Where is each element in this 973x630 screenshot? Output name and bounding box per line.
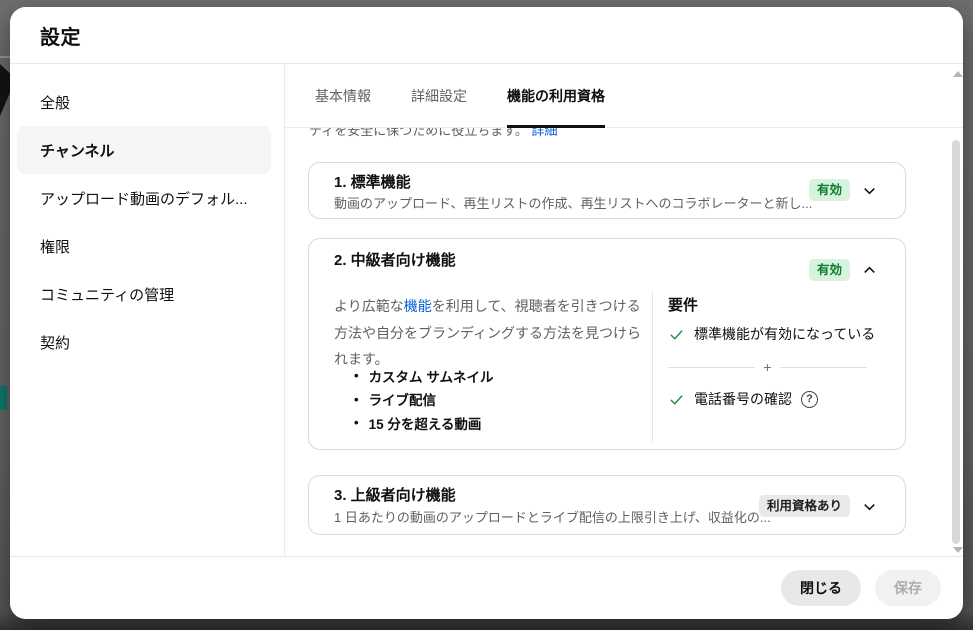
card-intermediate-features: 2. 中級者向け機能 有効 より広範な機能を利用して、視聴者を引きつける方法や自…	[308, 238, 906, 450]
scrollbar-thumb[interactable]	[952, 140, 960, 544]
card-title: 1. 標準機能	[334, 172, 411, 194]
sidebar-item-upload-defaults[interactable]: アップロード動画のデフォル...	[17, 174, 271, 222]
requirement-row: 標準機能が有効になっている	[668, 324, 875, 344]
requirements-heading: 要件	[668, 294, 698, 315]
tab-advanced-settings[interactable]: 詳細設定	[411, 64, 467, 128]
settings-sidebar: 全般 チャンネル アップロード動画のデフォル... 権限 コミュニティの管理 契…	[10, 64, 285, 556]
scrollbar-down-arrow[interactable]	[953, 547, 963, 553]
question-circle-icon[interactable]: ?	[801, 391, 818, 408]
card-advanced-features[interactable]: 3. 上級者向け機能 1 日あたりの動画のアップロードとライブ配信の上限引き上げ…	[308, 475, 906, 535]
save-button[interactable]: 保存	[875, 570, 941, 606]
plus-symbol: +	[763, 359, 771, 375]
card-title: 3. 上級者向け機能	[334, 485, 456, 507]
column-divider	[652, 291, 653, 443]
sidebar-item-permissions[interactable]: 権限	[17, 222, 271, 270]
tab-feature-eligibility[interactable]: 機能の利用資格	[507, 64, 605, 128]
green-checkmark-icon	[668, 326, 685, 343]
close-button[interactable]: 閉じる	[781, 570, 861, 606]
card-standard-features[interactable]: 1. 標準機能 動画のアップロード、再生リストの作成、再生リストへのコラボレータ…	[308, 162, 906, 219]
underlying-page-fragment	[0, 56, 10, 58]
underlying-page-fragment	[0, 386, 7, 410]
requirement-row: 電話番号の確認 ?	[668, 389, 818, 409]
chevron-down-icon[interactable]	[860, 181, 879, 200]
chevron-up-icon[interactable]	[860, 261, 879, 280]
settings-content: 基本情報 詳細設定 機能の利用資格 ティを安全に保つために役立ちます。 詳細 1…	[285, 64, 963, 556]
requirement-label: 電話番号の確認	[694, 389, 792, 409]
dialog-footer: 閉じる 保存	[10, 556, 963, 619]
chevron-down-icon[interactable]	[860, 497, 879, 516]
features-link[interactable]: 機能	[404, 298, 432, 314]
green-checkmark-icon	[668, 391, 685, 408]
scroll-area: ティを安全に保つために役立ちます。 詳細 1. 標準機能 動画のアップロード、再…	[285, 64, 963, 556]
list-item: カスタム サムネイル	[354, 364, 494, 388]
underlying-page-fragment	[0, 64, 10, 116]
channel-tabbar: 基本情報 詳細設定 機能の利用資格	[285, 64, 963, 128]
status-badge: 有効	[809, 179, 850, 201]
sidebar-item-agreements[interactable]: 契約	[17, 318, 271, 366]
card-subtitle: 1 日あたりの動画のアップロードとライブ配信の上限引き上げ、収益化の...	[334, 508, 771, 528]
dialog-header: 設定	[10, 7, 963, 64]
tab-basic-info[interactable]: 基本情報	[315, 64, 371, 128]
feature-list: カスタム サムネイル ライブ配信 15 分を超える動画	[354, 364, 494, 435]
sidebar-item-channel[interactable]: チャンネル	[17, 126, 271, 174]
scrollbar-up-arrow[interactable]	[953, 71, 963, 77]
sidebar-item-general[interactable]: 全般	[17, 78, 271, 126]
requirements-joiner: +	[668, 359, 867, 375]
status-badge: 有効	[809, 259, 850, 281]
settings-dialog: 設定 全般 チャンネル アップロード動画のデフォル... 権限 コミュニティの管…	[10, 7, 963, 619]
card-description: より広範な機能を利用して、視聴者を引きつける方法や自分をブランディングする方法を…	[334, 293, 652, 373]
sidebar-item-community[interactable]: コミュニティの管理	[17, 270, 271, 318]
page-title: 設定	[40, 21, 81, 50]
list-item: 15 分を超える動画	[354, 411, 494, 435]
status-badge: 利用資格あり	[759, 495, 850, 517]
list-item: ライブ配信	[354, 388, 494, 412]
description-text: より広範な	[334, 298, 404, 314]
card-subtitle: 動画のアップロード、再生リストの作成、再生リストへのコラボレーターと新し...	[334, 194, 812, 214]
requirement-label: 標準機能が有効になっている	[694, 324, 875, 344]
card-title: 2. 中級者向け機能	[334, 250, 456, 272]
